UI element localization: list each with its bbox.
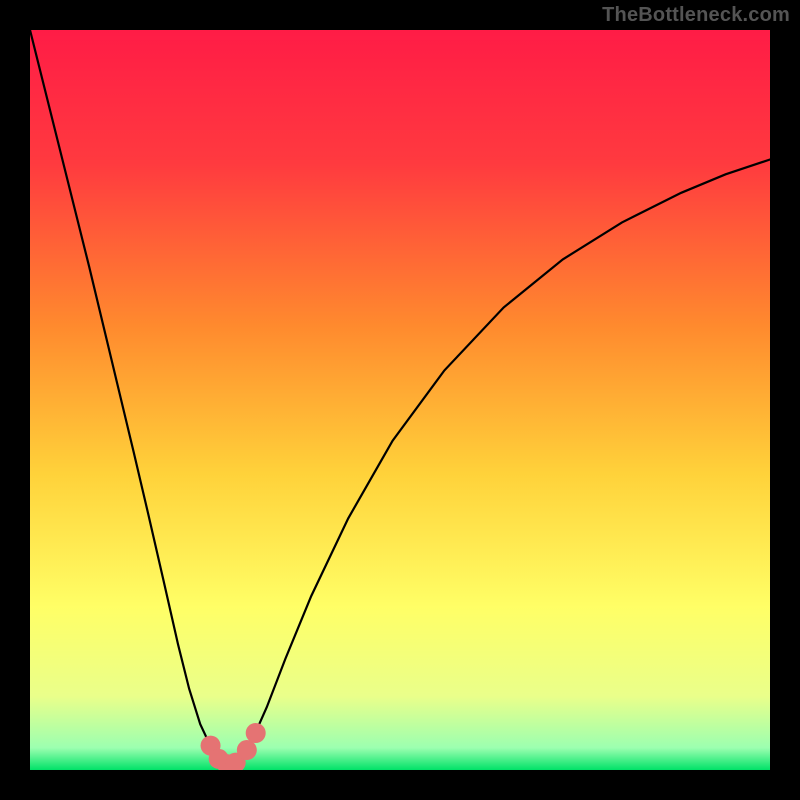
curve-marker: [237, 740, 257, 760]
chart-frame: TheBottleneck.com: [0, 0, 800, 800]
plot-background: [30, 30, 770, 770]
curve-marker: [246, 723, 266, 743]
bottleneck-plot: [30, 30, 770, 770]
watermark-text: TheBottleneck.com: [602, 4, 790, 27]
